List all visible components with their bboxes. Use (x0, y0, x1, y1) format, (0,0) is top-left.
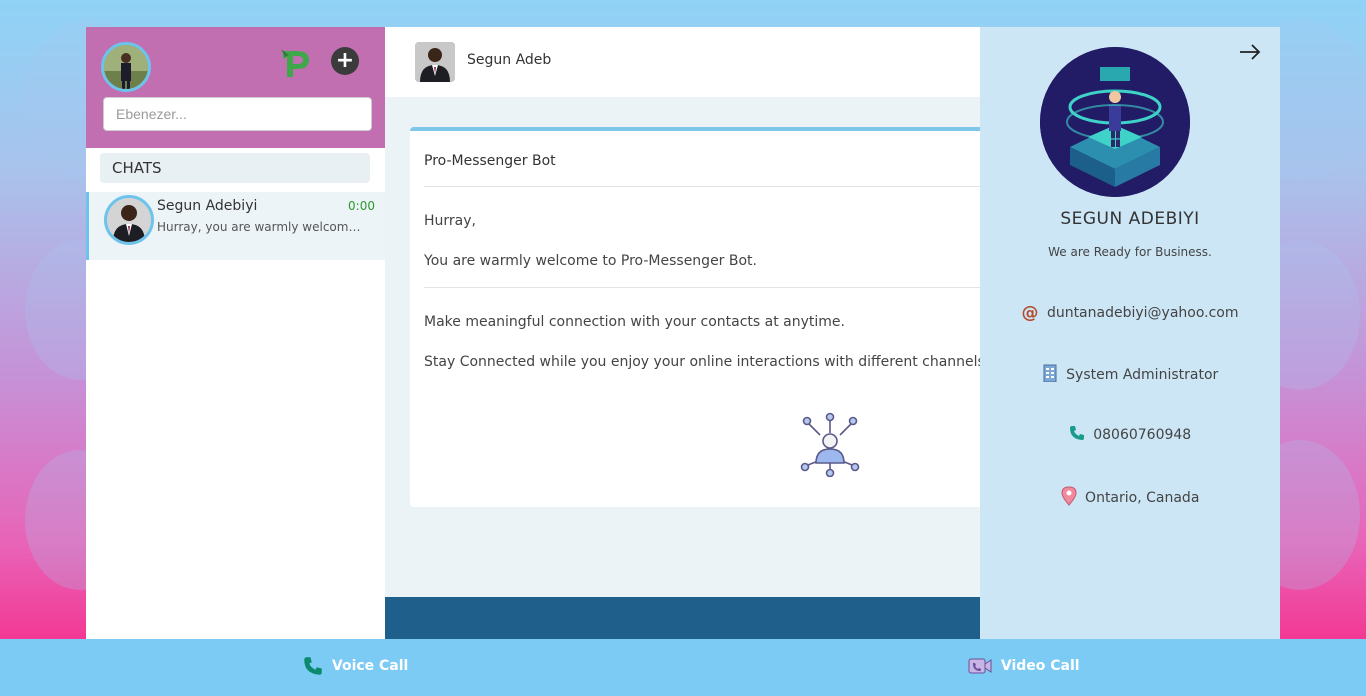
chat-preview: Hurray, you are warmly welcome... (157, 220, 367, 234)
chat-contact-name: Segun Adebiyi (157, 198, 258, 214)
profile-picture (1040, 47, 1190, 197)
location-value: Ontario, Canada (1085, 490, 1200, 506)
video-call-button[interactable]: Video Call (968, 656, 1080, 676)
location-pin-icon (1061, 486, 1077, 510)
chat-list-item[interactable]: Segun Adebiyi 0:00 Hurray, you are warml… (86, 192, 385, 260)
message-welcome: You are warmly welcome to Pro-Messenger … (424, 253, 757, 269)
message-composer-bar (385, 597, 980, 639)
conversation-contact-name: Segun Adeb (467, 52, 552, 68)
message-card-title: Pro-Messenger Bot (424, 153, 556, 169)
message-line-1: Make meaningful connection with your con… (424, 314, 845, 330)
profile-role: System Administrator (980, 364, 1280, 386)
profile-name: SEGUN ADEBIYI (1060, 209, 1200, 229)
profile-location: Ontario, Canada (980, 486, 1280, 510)
video-call-label: Video Call (1000, 658, 1080, 674)
chat-time: 0:00 (348, 199, 375, 213)
arrow-right-icon[interactable] (1238, 41, 1262, 63)
profile-email: @ duntanadebiyi@yahoo.com (980, 303, 1280, 323)
phone-value: 08060760948 (1093, 427, 1192, 443)
conversation-header: Segun Adeb (385, 27, 980, 97)
messenger-app: + CHATS Segun Adebiyi 0:00 Hurray, you a… (86, 27, 1280, 639)
bot-message-card: Pro-Messenger Bot Hurray, You are warmly… (410, 127, 980, 507)
divider (424, 287, 980, 288)
phone-icon (304, 657, 322, 675)
voice-call-label: Voice Call (331, 658, 409, 674)
contact-avatar[interactable] (415, 42, 455, 82)
phone-icon (1069, 425, 1085, 445)
voice-call-button[interactable]: Voice Call (303, 656, 408, 676)
conversation-panel: Segun Adeb Pro-Messenger Bot Hurray, You… (385, 27, 980, 639)
chat-list-header: + (86, 27, 385, 148)
my-avatar[interactable] (101, 42, 151, 92)
new-chat-button[interactable]: + (331, 47, 359, 75)
chats-section-label: CHATS (100, 153, 370, 183)
role-value: System Administrator (1066, 367, 1219, 383)
chat-list-panel: + CHATS Segun Adebiyi 0:00 Hurray, you a… (86, 27, 385, 639)
building-icon (1042, 364, 1058, 386)
message-greeting: Hurray, (424, 213, 476, 229)
video-call-icon (968, 658, 992, 674)
email-value: duntanadebiyi@yahoo.com (1046, 305, 1239, 321)
at-icon: @ (1021, 303, 1039, 323)
network-user-icon (800, 411, 860, 478)
divider (424, 186, 980, 187)
message-line-2: Stay Connected while you enjoy your onli… (424, 354, 980, 370)
profile-status: We are Ready for Business. (1048, 245, 1212, 259)
logo-p-icon (279, 45, 313, 79)
call-bar: Voice Call Video Call (0, 639, 1366, 696)
avatar (104, 195, 154, 245)
plus-icon: + (335, 48, 355, 73)
contact-profile-panel: SEGUN ADEBIYI We are Ready for Business.… (980, 27, 1280, 639)
profile-phone: 08060760948 (980, 425, 1280, 445)
search-input[interactable] (103, 97, 372, 131)
